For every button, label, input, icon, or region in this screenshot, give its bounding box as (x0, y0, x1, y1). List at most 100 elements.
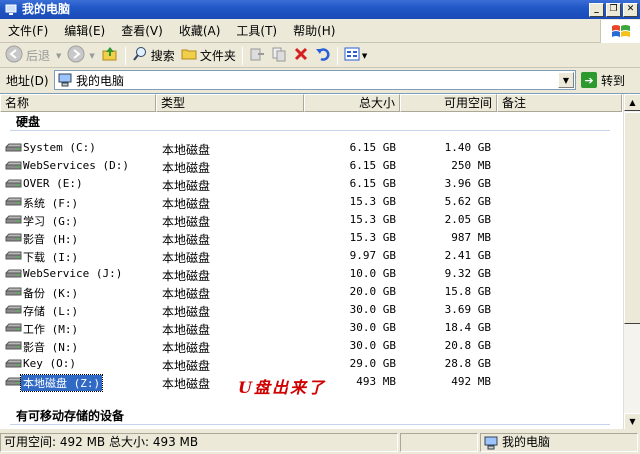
drive-total-size: 29.0 GB (349, 357, 396, 370)
hard-drive-icon (5, 286, 22, 298)
menu-edit[interactable]: 编辑(E) (56, 22, 113, 41)
views-button[interactable]: ▼ (341, 45, 370, 67)
status-space-info: 可用空间: 492 MB 总大小: 493 MB (0, 433, 398, 452)
drive-row[interactable]: 备份 (K:) 本地磁盘 20.0 GB 15.8 GB (0, 283, 622, 301)
computer-icon (484, 436, 498, 450)
scroll-down-icon[interactable]: ▼ (624, 413, 640, 429)
drive-row[interactable]: WebService (J:) 本地磁盘 10.0 GB 9.32 GB (0, 265, 622, 283)
drive-total-size: 6.15 GB (349, 141, 396, 154)
maximize-button[interactable]: ❐ (606, 2, 621, 17)
column-header-free[interactable]: 可用空间 (400, 94, 497, 112)
drive-total-size: 6.15 GB (349, 159, 396, 172)
back-button[interactable]: 后退 ▼ (2, 45, 64, 67)
drive-row[interactable]: 工作 (M:) 本地磁盘 30.0 GB 18.4 GB (0, 319, 622, 337)
delete-button[interactable] (290, 45, 312, 67)
drive-total-size: 20.0 GB (349, 285, 396, 298)
up-folder-button[interactable] (98, 45, 122, 67)
drive-row[interactable]: Key (O:) 本地磁盘 29.0 GB 28.8 GB (0, 355, 622, 373)
search-label: 搜索 (150, 49, 175, 63)
drive-type: 本地磁盘 (162, 233, 211, 247)
drive-row[interactable]: 系统 (F:) 本地磁盘 15.3 GB 5.62 GB (0, 193, 622, 211)
drive-row[interactable]: 影音 (H:) 本地磁盘 15.3 GB 987 MB (0, 229, 622, 247)
address-value: 我的电脑 (76, 73, 125, 88)
group-header-removable: 有可移动存储的设备 (16, 409, 125, 423)
move-to-icon (249, 46, 265, 65)
forward-button[interactable]: ▼ (64, 45, 97, 67)
chevron-down-icon[interactable]: ▼ (89, 52, 94, 60)
minimize-button[interactable]: _ (589, 2, 604, 17)
drive-total-size: 30.0 GB (349, 303, 396, 316)
column-header-name[interactable]: 名称 (0, 94, 156, 112)
up-folder-icon (101, 45, 119, 66)
toolbar-separator (241, 46, 243, 65)
address-dropdown-icon[interactable]: ▼ (558, 72, 574, 88)
menu-help[interactable]: 帮助(H) (285, 22, 343, 41)
scroll-up-icon[interactable]: ▲ (624, 94, 640, 111)
windows-logo-icon (600, 20, 640, 43)
drive-row[interactable]: WebServices (D:) 本地磁盘 6.15 GB 250 MB (0, 157, 622, 175)
hard-drive-icon (5, 376, 22, 388)
drive-type: 本地磁盘 (162, 377, 211, 391)
annotation-text: U盘出来了 (238, 378, 326, 397)
drive-type: 本地磁盘 (162, 161, 211, 175)
drive-total-size: 6.15 GB (349, 177, 396, 190)
drive-free-space: 1.40 GB (444, 141, 491, 154)
drive-free-space: 5.62 GB (444, 195, 491, 208)
search-button[interactable]: 搜索 (129, 45, 178, 67)
drive-name: 工作 (M:) (23, 323, 79, 336)
hard-drive-icon (5, 196, 22, 208)
drive-total-size: 30.0 GB (349, 339, 396, 352)
column-header-type[interactable]: 类型 (156, 94, 304, 112)
chevron-down-icon[interactable]: ▼ (56, 52, 61, 60)
go-button[interactable]: ➔ 转到 (581, 70, 637, 90)
drive-row[interactable]: 学习 (G:) 本地磁盘 15.3 GB 2.05 GB (0, 211, 622, 229)
chevron-down-icon[interactable]: ▼ (362, 52, 367, 60)
drive-free-space: 15.8 GB (444, 285, 491, 298)
drive-free-space: 987 MB (451, 231, 491, 244)
menu-view[interactable]: 查看(V) (113, 22, 171, 41)
address-bar: 地址(D) 我的电脑 ▼ ➔ 转到 (0, 68, 640, 92)
column-header-total[interactable]: 总大小 (304, 94, 400, 112)
toolbar: 后退 ▼ ▼ 搜索 文件夹 ▼ (0, 44, 640, 68)
status-pane-empty (400, 433, 478, 452)
undo-button[interactable] (312, 45, 334, 67)
status-location-label: 我的电脑 (502, 435, 551, 449)
hard-drive-icon (5, 232, 22, 244)
drive-name: 学习 (G:) (23, 215, 79, 228)
menu-file[interactable]: 文件(F) (0, 22, 56, 41)
column-header-comment[interactable]: 备注 (497, 94, 622, 112)
drive-row[interactable]: 下载 (I:) 本地磁盘 9.97 GB 2.41 GB (0, 247, 622, 265)
group-header-hard-disk: 硬盘 (16, 115, 41, 129)
drive-name: 备份 (K:) (23, 287, 79, 300)
forward-arrow-icon (67, 45, 85, 66)
vertical-scrollbar[interactable]: ▲ ▼ (623, 94, 640, 429)
drive-type: 本地磁盘 (162, 269, 211, 283)
drive-row[interactable]: 影音 (N:) 本地磁盘 30.0 GB 20.8 GB (0, 337, 622, 355)
drive-free-space: 9.32 GB (444, 267, 491, 280)
folders-button[interactable]: 文件夹 (178, 45, 239, 67)
drive-name: WebServices (D:) (23, 159, 129, 172)
drive-type: 本地磁盘 (162, 215, 211, 229)
close-button[interactable]: ✕ (623, 2, 638, 17)
hard-drive-icon (5, 250, 22, 262)
drive-type: 本地磁盘 (162, 359, 211, 373)
menu-tools[interactable]: 工具(T) (228, 22, 285, 41)
menu-favorites[interactable]: 收藏(A) (171, 22, 229, 41)
copy-to-button[interactable] (268, 45, 290, 67)
drive-list: 名称 类型 总大小 可用空间 备注 硬盘 System (C:) 本地磁盘 6.15… (0, 93, 640, 429)
drive-row[interactable]: System (C:) 本地磁盘 6.15 GB 1.40 GB (0, 139, 622, 157)
drive-row[interactable]: OVER (E:) 本地磁盘 6.15 GB 3.96 GB (0, 175, 622, 193)
drive-type: 本地磁盘 (162, 305, 211, 319)
move-to-button[interactable] (246, 45, 268, 67)
go-label: 转到 (601, 73, 626, 88)
title-bar: 我的电脑 _ ❐ ✕ (0, 0, 640, 19)
drive-name: OVER (E:) (23, 177, 83, 190)
drive-free-space: 20.8 GB (444, 339, 491, 352)
drive-row[interactable]: 存储 (L:) 本地磁盘 30.0 GB 3.69 GB (0, 301, 622, 319)
scroll-thumb[interactable] (624, 112, 640, 324)
back-label: 后退 (26, 49, 51, 63)
address-input[interactable]: 我的电脑 ▼ (54, 70, 576, 90)
drive-type: 本地磁盘 (162, 341, 211, 355)
drive-name: 影音 (H:) (23, 233, 79, 246)
hard-drive-icon (5, 358, 22, 370)
